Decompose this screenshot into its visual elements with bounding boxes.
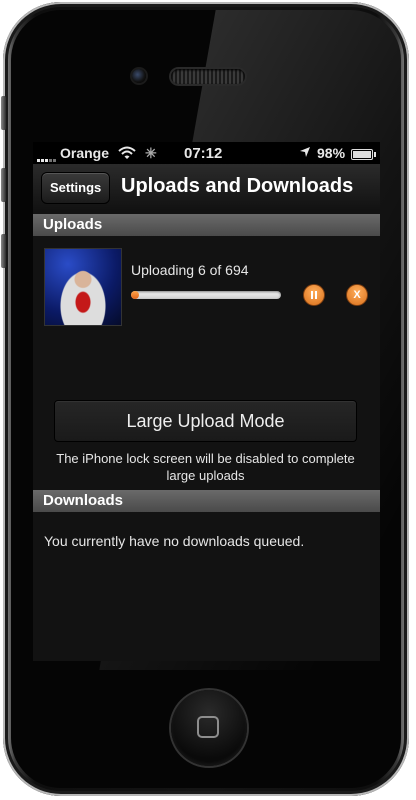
app-screen: Orange ✳ 07:12 98% Settings Uploads and … bbox=[33, 142, 380, 661]
volume-up-button bbox=[1, 168, 6, 202]
mute-switch bbox=[1, 96, 6, 130]
large-upload-note: The iPhone lock screen will be disabled … bbox=[56, 451, 355, 483]
page-title: Uploads and Downloads bbox=[121, 175, 354, 197]
navigation-bar: Settings Uploads and Downloads bbox=[33, 164, 380, 211]
upload-progress-fill bbox=[131, 291, 139, 299]
signal-icon bbox=[37, 146, 57, 163]
cancel-upload-button[interactable]: X bbox=[346, 284, 368, 306]
settings-back-button[interactable]: Settings bbox=[41, 172, 111, 204]
upload-thumbnail bbox=[44, 248, 122, 326]
volume-down-button bbox=[1, 234, 6, 268]
front-camera bbox=[132, 69, 146, 83]
earpiece-speaker bbox=[171, 69, 245, 84]
activity-spinner-icon: ✳ bbox=[145, 145, 157, 161]
large-upload-mode-button[interactable]: Large Upload Mode bbox=[54, 400, 357, 442]
home-button[interactable] bbox=[171, 690, 247, 766]
downloads-empty-text: You currently have no downloads queued. bbox=[44, 533, 305, 549]
location-arrow-icon bbox=[299, 145, 311, 161]
upload-progress-bar bbox=[131, 291, 281, 299]
pause-button[interactable] bbox=[303, 284, 325, 306]
battery-icon bbox=[351, 149, 376, 160]
downloads-section-header: Downloads bbox=[33, 490, 380, 512]
wifi-icon bbox=[118, 146, 136, 163]
upload-status-text: Uploading 6 of 694 bbox=[131, 262, 249, 278]
battery-percent: 98% bbox=[317, 145, 346, 161]
pause-icon bbox=[311, 291, 317, 299]
content-area: Uploads Uploading 6 of 694 X Large Uploa… bbox=[33, 210, 380, 661]
status-time: 07:12 bbox=[184, 145, 223, 162]
uploads-section-header: Uploads bbox=[33, 214, 380, 236]
status-bar: Orange ✳ 07:12 98% bbox=[33, 142, 380, 164]
carrier-name: Orange bbox=[60, 145, 110, 161]
carrier: Orange bbox=[37, 145, 110, 163]
home-square-icon bbox=[197, 716, 219, 738]
